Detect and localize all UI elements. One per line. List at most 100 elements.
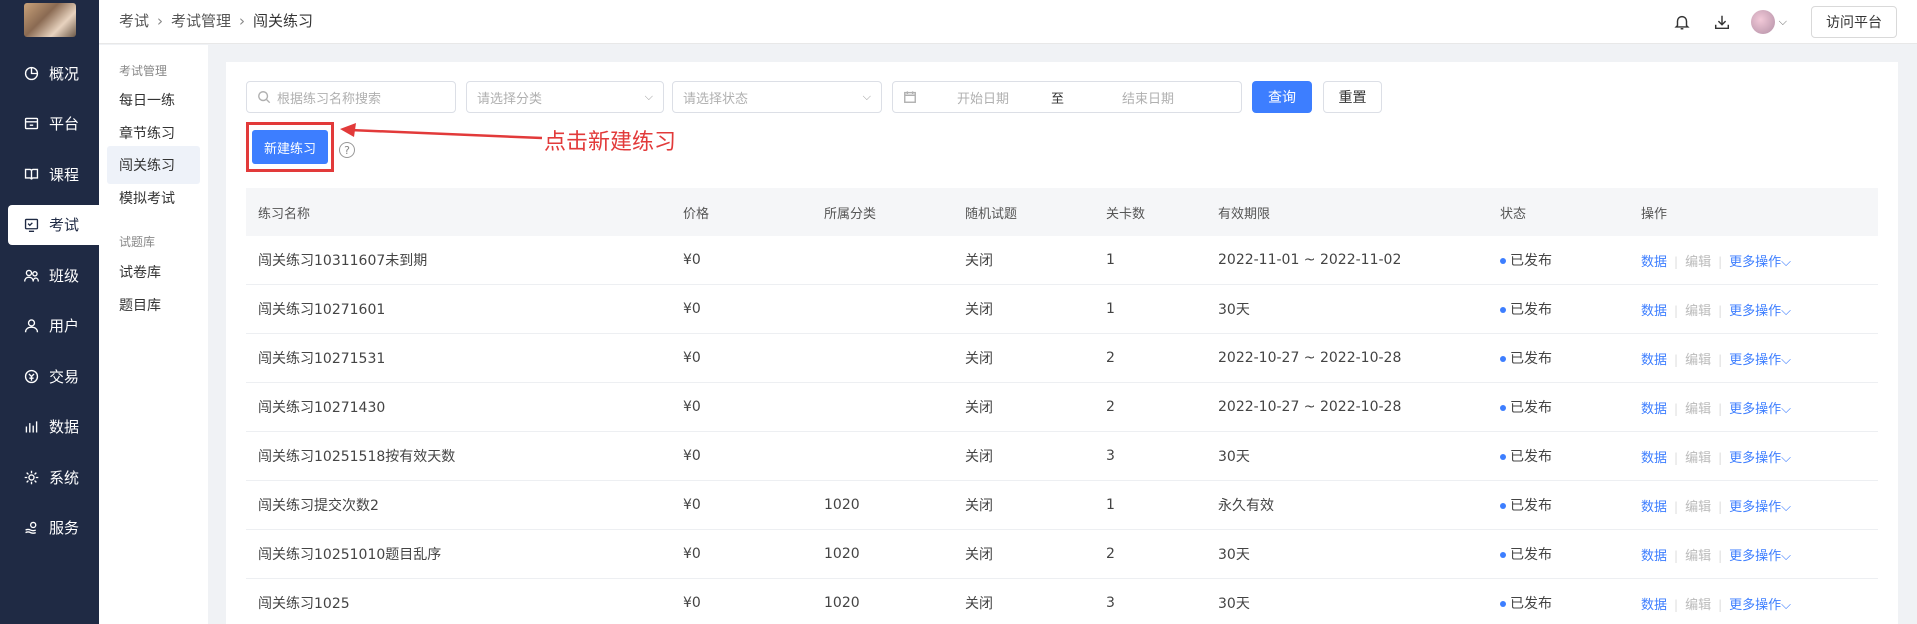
reset-button[interactable]: 重置 [1323,81,1382,113]
avatar[interactable] [1750,10,1775,34]
bar-chart-icon [22,418,40,436]
class-icon [22,266,40,284]
cell-price: ¥0 [683,546,701,562]
book-icon [22,165,40,183]
cell-price: ¥0 [683,301,701,317]
cell-validity: 30天 [1218,596,1250,612]
breadcrumb: 考试 › 考试管理 › 闯关练习 [119,10,313,31]
status-select[interactable]: 请选择状态 ⌵ [672,81,882,113]
search-placeholder: 根据练习名称搜索 [277,91,382,107]
data-link[interactable]: 数据 [1641,451,1667,466]
status-badge: 已发布 [1510,400,1552,416]
cell-random: 关闭 [965,547,993,563]
more-actions-link[interactable]: 更多操作 [1729,353,1781,368]
chevron-down-icon[interactable]: ⌵ [1781,304,1791,319]
more-actions-link[interactable]: 更多操作 [1729,255,1781,270]
sub-sidebar: 考试管理 每日一练 章节练习 闯关练习 模拟考试 试题库 试卷库 题目库 [99,45,208,624]
more-actions-link[interactable]: 更多操作 [1729,549,1781,564]
edit-link[interactable]: 编辑 [1685,451,1711,466]
data-link[interactable]: 数据 [1641,549,1667,564]
subnav-item-mock[interactable]: 模拟考试 [107,179,200,217]
cell-random: 关闭 [965,596,993,612]
category-select[interactable]: 请选择分类 ⌵ [466,81,664,113]
brand-logo[interactable] [24,3,76,37]
cell-price: ¥0 [683,399,701,415]
sidebar-item-3[interactable]: 考试 [8,204,99,245]
more-actions-link[interactable]: 更多操作 [1729,500,1781,515]
edit-link[interactable]: 编辑 [1685,598,1711,613]
more-actions-link[interactable]: 更多操作 [1729,304,1781,319]
chevron-down-icon[interactable]: ⌵ [1779,15,1787,29]
chevron-down-icon[interactable]: ⌵ [1781,353,1791,368]
date-range-picker[interactable]: 开始日期 至 结束日期 [892,81,1242,113]
chevron-down-icon[interactable]: ⌵ [1781,549,1791,564]
sidebar-item-4[interactable]: 班级 [0,255,99,295]
search-icon [258,91,271,104]
sidebar-item-2[interactable]: 课程 [0,154,99,194]
chevron-down-icon[interactable]: ⌵ [1781,255,1791,270]
cell-levels: 1 [1106,252,1115,268]
start-date-placeholder: 开始日期 [957,91,1010,107]
cell-ops: 数据 | 编辑 | 更多操作⌵ [1629,300,1878,319]
query-button[interactable]: 查询 [1252,81,1312,113]
edit-link[interactable]: 编辑 [1685,402,1711,417]
cell-ops: 数据 | 编辑 | 更多操作⌵ [1629,496,1878,515]
table-row: 闯关练习提交次数2 ¥0 1020 关闭 1 永久有效 已发布 数据 | 编辑 | 更多操作⌵ [246,481,1878,530]
more-actions-link[interactable]: 更多操作 [1729,598,1781,613]
edit-link[interactable]: 编辑 [1685,549,1711,564]
sidebar-item-6[interactable]: 交易 [0,356,99,396]
sidebar-item-label: 用户 [49,317,80,335]
cell-ops: 数据 | 编辑 | 更多操作⌵ [1629,251,1878,270]
new-practice-button[interactable]: 新建练习 [252,130,328,164]
column-header: 有效期限 [1218,206,1271,222]
subnav-group-title: 考试管理 [119,64,168,78]
subnav-item-question-bank[interactable]: 题目库 [107,286,200,324]
top-header: 考试 › 考试管理 › 闯关练习 ⌵ 访问平台 [99,0,1917,44]
breadcrumb-item[interactable]: 考试 [119,10,149,31]
edit-link[interactable]: 编辑 [1685,255,1711,270]
column-header: 关卡数 [1106,206,1146,222]
sidebar-item-7[interactable]: 数据 [0,407,99,447]
cell-validity: 30天 [1218,449,1250,465]
data-link[interactable]: 数据 [1641,353,1667,368]
end-date-placeholder: 结束日期 [1122,91,1175,107]
sidebar-item-5[interactable]: 用户 [0,306,99,346]
status-badge: 已发布 [1510,547,1552,563]
visit-platform-button[interactable]: 访问平台 [1811,6,1897,38]
calendar-icon [904,91,916,103]
bell-icon[interactable] [1671,11,1693,33]
more-actions-link[interactable]: 更多操作 [1729,402,1781,417]
cell-name: 闯关练习提交次数2 [258,498,379,514]
op-divider: | [1674,499,1679,514]
data-link[interactable]: 数据 [1641,402,1667,417]
gear-icon [22,468,40,486]
sidebar-item-9[interactable]: 服务 [0,508,99,548]
op-divider: | [1718,352,1723,367]
breadcrumb-item[interactable]: 考试管理 [171,10,231,31]
status-dot-icon [1500,356,1506,362]
pie-chart-icon [22,64,40,82]
chevron-down-icon[interactable]: ⌵ [1781,598,1791,613]
cell-status: 已发布 [1488,397,1629,417]
more-actions-link[interactable]: 更多操作 [1729,451,1781,466]
chevron-down-icon[interactable]: ⌵ [1781,451,1791,466]
data-link[interactable]: 数据 [1641,304,1667,319]
table-row: 闯关练习10251010题目乱序 ¥0 1020 关闭 2 30天 已发布 数据 | 编辑 | 更多操… [246,530,1878,579]
sidebar-item-0[interactable]: 概况 [0,53,99,93]
data-link[interactable]: 数据 [1641,598,1667,613]
data-link[interactable]: 数据 [1641,500,1667,515]
download-icon[interactable] [1711,11,1733,33]
sidebar-item-8[interactable]: 系统 [0,457,99,497]
sidebar-item-label: 班级 [49,266,80,285]
chevron-down-icon[interactable]: ⌵ [1781,500,1791,515]
sidebar-item-1[interactable]: 平台 [0,104,99,144]
annotation-highlight-box: 新建练习 [246,122,334,172]
chevron-down-icon[interactable]: ⌵ [1781,402,1791,417]
cell-name: 闯关练习10271531 [258,351,386,367]
edit-link[interactable]: 编辑 [1685,500,1711,515]
search-input[interactable]: 根据练习名称搜索 [246,81,456,113]
data-link[interactable]: 数据 [1641,255,1667,270]
edit-link[interactable]: 编辑 [1685,353,1711,368]
edit-link[interactable]: 编辑 [1685,304,1711,319]
cell-status: 已发布 [1488,495,1629,515]
